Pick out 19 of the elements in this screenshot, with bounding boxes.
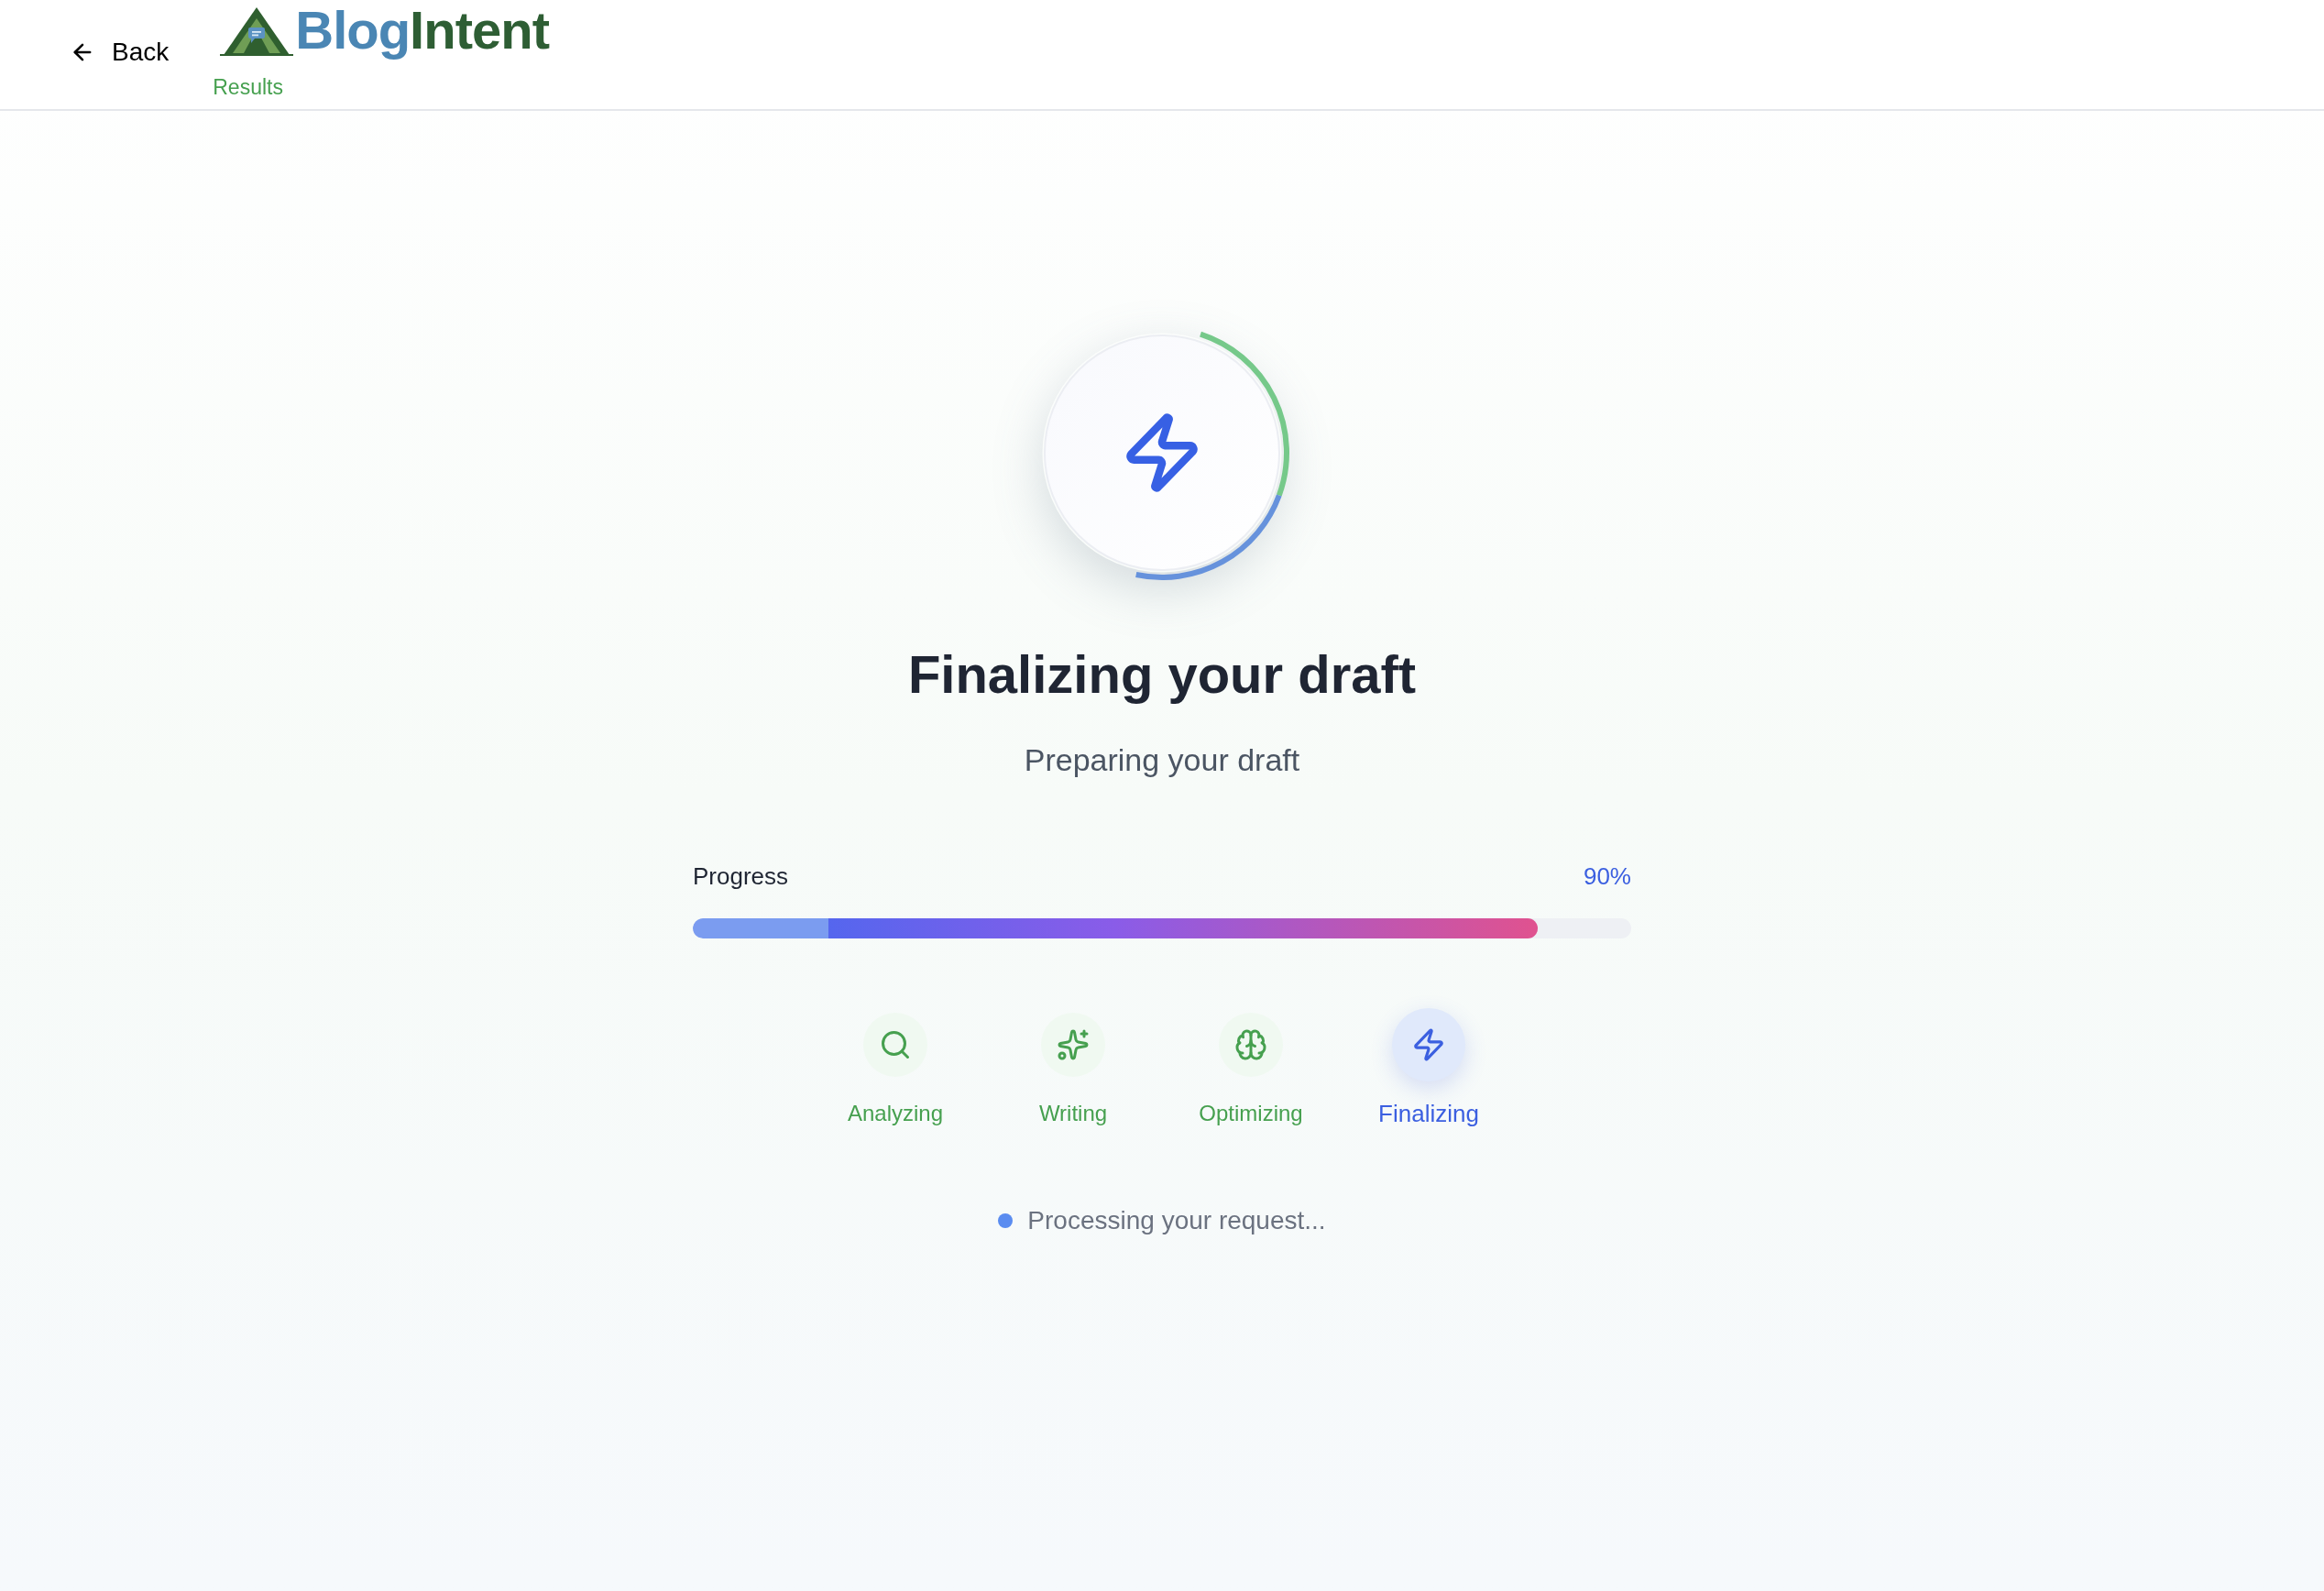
step-label: Writing	[1038, 1100, 1108, 1127]
progress-ring-icon	[1135, 331, 1289, 580]
step-label: Analyzing	[847, 1100, 944, 1127]
sparkles-icon	[1057, 1028, 1090, 1061]
processing-message: Processing your request...	[1027, 1205, 1326, 1236]
lightning-bolt-icon	[1411, 1027, 1446, 1062]
progress-label: Progress	[693, 861, 789, 892]
status-subtitle: Preparing your draft	[1024, 741, 1300, 778]
progress-percentage: 90%	[1583, 861, 1631, 892]
step-label: Finalizing	[1378, 1099, 1479, 1129]
status-title: Finalizing your draft	[907, 643, 1417, 706]
step-label: Optimizing	[1199, 1100, 1303, 1127]
logo-word: Blog	[295, 0, 411, 60]
brain-icon	[1234, 1028, 1267, 1061]
page-subtitle: Results	[213, 74, 284, 101]
magnifier-icon	[879, 1028, 912, 1061]
back-button[interactable]: Back	[70, 33, 170, 71]
logo-word: Intent	[410, 0, 549, 60]
tent-logo-icon	[220, 5, 294, 57]
